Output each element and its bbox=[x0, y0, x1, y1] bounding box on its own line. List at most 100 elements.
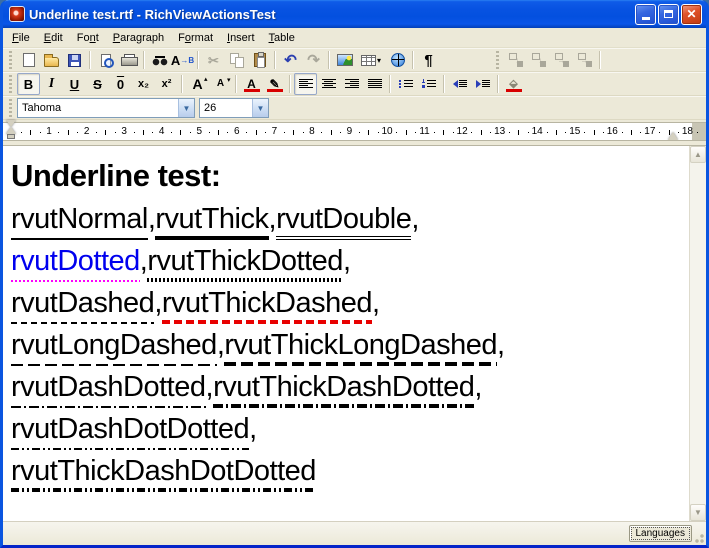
vertical-scrollbar[interactable]: ▲ ▼ bbox=[689, 146, 706, 521]
font-toolbar: Tahoma ▼ 26 ▼ bbox=[3, 96, 706, 120]
subscript-button[interactable]: x₂ bbox=[132, 73, 155, 95]
fill-color-button[interactable]: ⬙ bbox=[502, 73, 525, 95]
insert-object-icon: ↓ bbox=[531, 53, 547, 67]
insert-picture-button[interactable] bbox=[333, 49, 356, 71]
hyperlink-button[interactable] bbox=[386, 49, 409, 71]
numbering-button[interactable] bbox=[417, 73, 440, 95]
menu-edit[interactable]: Edit bbox=[37, 30, 70, 46]
toolbar-separator bbox=[289, 75, 291, 93]
print-preview-button[interactable] bbox=[94, 49, 117, 71]
font-name-combobox[interactable]: Tahoma ▼ bbox=[17, 98, 195, 118]
ruler-number: 6 bbox=[234, 126, 240, 137]
ruler-dot bbox=[190, 132, 191, 133]
title-bar[interactable]: Underline test.rtf - RichViewActionsTest… bbox=[3, 0, 706, 28]
toolbar-separator bbox=[197, 51, 199, 69]
new-document-button[interactable] bbox=[17, 49, 40, 71]
ruler-tick bbox=[368, 130, 369, 135]
toolbar-gripper[interactable] bbox=[494, 51, 502, 69]
ruler-number: 11 bbox=[419, 126, 429, 137]
document-content: Underline test: rvutNormal, rvutThick, r… bbox=[3, 146, 706, 492]
font-color-button[interactable]: A bbox=[240, 73, 263, 95]
scroll-up-button[interactable]: ▲ bbox=[690, 146, 706, 163]
find-button[interactable] bbox=[148, 49, 171, 71]
plain-text: , bbox=[343, 244, 351, 282]
open-button[interactable] bbox=[40, 49, 63, 71]
picture-icon bbox=[337, 54, 353, 66]
underline-sample-thickdotted: rvutThickDotted bbox=[147, 244, 343, 282]
undo-button[interactable]: ↶ bbox=[279, 49, 302, 71]
toolbar-separator bbox=[599, 51, 601, 69]
ruler-dot bbox=[21, 132, 22, 133]
save-button[interactable] bbox=[63, 49, 86, 71]
paste-button[interactable] bbox=[248, 49, 271, 71]
resize-grip[interactable] bbox=[693, 532, 705, 544]
insert-field-button-2: ↓ bbox=[527, 49, 550, 71]
chevron-down-icon[interactable]: ▼ bbox=[178, 99, 194, 117]
menu-file[interactable]: File bbox=[5, 30, 37, 46]
show-formatting-marks-button[interactable]: ¶ bbox=[417, 49, 440, 71]
maximize-button[interactable] bbox=[658, 4, 679, 25]
menu-paragraph[interactable]: Paragraph bbox=[106, 30, 171, 46]
ruler-dot bbox=[697, 132, 698, 133]
status-bar: Languages bbox=[3, 521, 706, 545]
window-title: Underline test.rtf - RichViewActionsTest bbox=[29, 7, 635, 22]
ruler-number: 13 bbox=[494, 126, 505, 137]
bullets-button[interactable] bbox=[394, 73, 417, 95]
scroll-down-button[interactable]: ▼ bbox=[690, 504, 706, 521]
hanging-indent-marker[interactable] bbox=[6, 127, 16, 134]
replace-button[interactable]: A→B bbox=[171, 49, 194, 71]
overline-button[interactable]: 0 bbox=[109, 73, 132, 95]
shrink-font-button[interactable]: A▾ bbox=[209, 73, 232, 95]
italic-button[interactable]: I bbox=[40, 73, 63, 95]
ruler-dot bbox=[171, 132, 172, 133]
increase-indent-button[interactable] bbox=[471, 73, 494, 95]
menu-table[interactable]: Table bbox=[262, 30, 302, 46]
standard-toolbar: A→B✂↶↷▾¶↓↓→→ bbox=[3, 48, 706, 72]
ruler-dot bbox=[58, 132, 59, 133]
align-center-icon bbox=[322, 79, 336, 89]
toolbar-gripper[interactable] bbox=[7, 75, 15, 93]
ruler-dot bbox=[603, 132, 604, 133]
ruler-number: 3 bbox=[121, 126, 127, 137]
font-size-combobox[interactable]: 26 ▼ bbox=[199, 98, 269, 118]
scissors-icon: ✂ bbox=[205, 52, 223, 68]
toolbar-separator bbox=[181, 75, 183, 93]
align-right-button[interactable] bbox=[340, 73, 363, 95]
insert-table-button[interactable]: ▾ bbox=[356, 49, 386, 71]
languages-button[interactable]: Languages bbox=[629, 525, 693, 542]
menu-format[interactable]: Format bbox=[171, 30, 220, 46]
cut-button: ✂ bbox=[202, 49, 225, 71]
superscript-button[interactable]: x² bbox=[155, 73, 178, 95]
highlight-button[interactable]: ✎ bbox=[263, 73, 286, 95]
menu-font[interactable]: Font bbox=[70, 30, 106, 46]
open-folder-icon bbox=[44, 57, 59, 67]
grow-font-button[interactable]: A▴ bbox=[186, 73, 209, 95]
editor-area[interactable]: Underline test: rvutNormal, rvutThick, r… bbox=[3, 145, 706, 521]
minimize-button[interactable] bbox=[635, 4, 656, 25]
close-button[interactable]: ✕ bbox=[681, 4, 702, 25]
underline-button[interactable]: U bbox=[63, 73, 86, 95]
toolbar-gripper[interactable] bbox=[7, 99, 15, 117]
ruler-dot bbox=[152, 132, 153, 133]
ruler-dot bbox=[246, 132, 247, 133]
align-left-button[interactable] bbox=[294, 73, 317, 95]
toolbar-gripper[interactable] bbox=[7, 51, 15, 69]
first-line-indent-marker[interactable] bbox=[6, 120, 16, 127]
underline-sample-dashed: rvutDashed bbox=[11, 286, 154, 324]
align-center-button[interactable] bbox=[317, 73, 340, 95]
bold-icon: B bbox=[20, 76, 38, 92]
menu-insert[interactable]: Insert bbox=[220, 30, 262, 46]
print-button[interactable] bbox=[117, 49, 140, 71]
decrease-indent-button[interactable] bbox=[448, 73, 471, 95]
chevron-down-icon: ▼ bbox=[694, 508, 702, 517]
bold-button[interactable]: B bbox=[17, 73, 40, 95]
left-indent-marker[interactable] bbox=[7, 134, 15, 139]
document-line: rvutThickDashDotDotted bbox=[11, 450, 676, 492]
strikethrough-button[interactable]: S bbox=[86, 73, 109, 95]
chevron-down-icon[interactable]: ▼ bbox=[252, 99, 268, 117]
toolbar-separator bbox=[389, 75, 391, 93]
ruler-dot bbox=[584, 132, 585, 133]
justify-button[interactable] bbox=[363, 73, 386, 95]
plain-text: , bbox=[269, 202, 277, 240]
ruler-tick bbox=[669, 130, 670, 135]
